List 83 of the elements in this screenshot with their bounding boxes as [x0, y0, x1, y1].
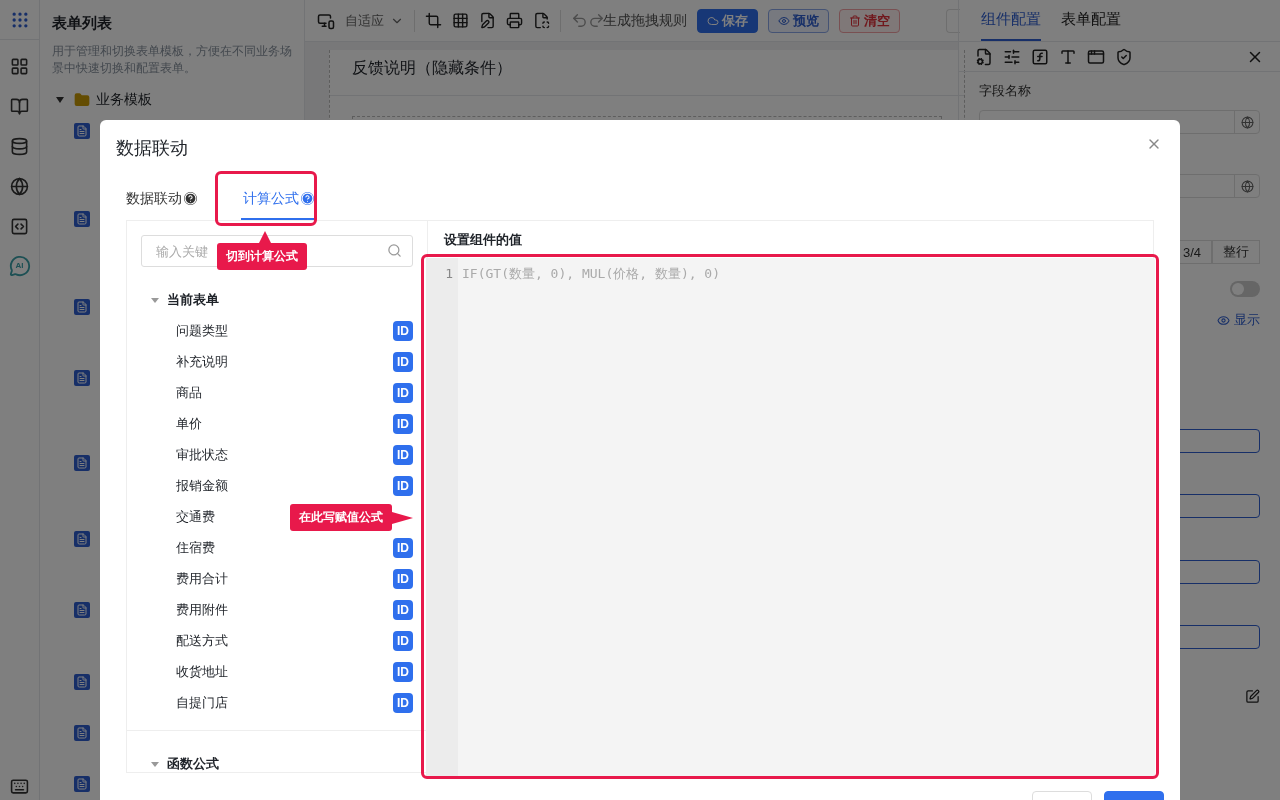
generate-rules-link[interactable]: 生成拖拽规则 — [603, 11, 687, 30]
id-badge[interactable]: ID — [393, 320, 413, 341]
id-badge[interactable]: ID — [393, 661, 413, 682]
toolbar-button[interactable]: 预览 — [768, 8, 829, 33]
config-tab[interactable]: 组件配置 — [981, 0, 1041, 41]
id-badge[interactable]: ID — [393, 692, 413, 713]
code-editor[interactable]: 1 IF(GT(数量, 0), MUL(价格, 数量), 0) — [426, 258, 1155, 779]
dialog-title: 数据联动 — [116, 137, 189, 160]
text-style-icon[interactable] — [1059, 47, 1077, 66]
form-doc-icon[interactable] — [74, 455, 90, 471]
editor-label: 设置组件的值 — [443, 231, 523, 249]
layout-select[interactable]: 自适应 — [345, 11, 404, 30]
printer-icon[interactable] — [506, 12, 523, 29]
eye-icon — [778, 14, 790, 27]
section-title: 反馈说明（隐藏条件） — [330, 50, 964, 96]
id-badge[interactable]: ID — [393, 475, 413, 496]
field-item[interactable]: 自提门店 — [176, 693, 228, 712]
edit-file-icon[interactable] — [479, 12, 496, 29]
id-badge[interactable]: ID — [393, 599, 413, 620]
form-doc-icon[interactable] — [74, 674, 90, 690]
field-item[interactable]: 审批状态 — [176, 445, 228, 464]
eye-icon — [1217, 313, 1230, 327]
file-scan-icon[interactable] — [533, 12, 550, 29]
id-badge[interactable]: ID — [393, 444, 413, 465]
id-badge[interactable]: ID — [393, 568, 413, 589]
group-header[interactable]: 当前表单 — [141, 285, 413, 315]
grid-icon[interactable] — [452, 12, 469, 29]
help-icon[interactable] — [184, 192, 197, 205]
ai-chat-button[interactable]: AI — [8, 255, 31, 277]
field-label: 字段名称 — [979, 82, 1032, 100]
field-item[interactable]: 费用附件 — [176, 600, 228, 619]
form-doc-icon[interactable] — [74, 776, 90, 792]
field-item[interactable]: 问题类型 — [176, 321, 228, 340]
field-item[interactable]: 费用合计 — [176, 569, 228, 588]
field-item[interactable]: 单价 — [176, 414, 202, 433]
globe-icon[interactable] — [1240, 115, 1254, 129]
folder-icon — [74, 92, 90, 108]
folder-label[interactable]: 业务模板 — [96, 91, 152, 109]
visibility-toggle[interactable]: 显示 — [1217, 311, 1260, 329]
id-badge[interactable]: ID — [393, 351, 413, 372]
field-item[interactable]: 报销金额 — [176, 476, 228, 495]
toggle-switch[interactable] — [1230, 281, 1260, 297]
expand-caret-icon[interactable] — [56, 97, 64, 103]
function-icon[interactable] — [1031, 47, 1049, 66]
field-item[interactable]: 住宿费 — [176, 538, 215, 557]
field-item[interactable]: 配送方式 — [176, 631, 228, 650]
cloud-icon — [707, 14, 719, 27]
shield-icon[interactable] — [1115, 47, 1133, 66]
id-badge[interactable]: ID — [393, 630, 413, 651]
sliders-icon[interactable] — [1003, 47, 1021, 66]
edit-icon[interactable] — [1245, 689, 1260, 704]
form-doc-icon[interactable] — [74, 370, 90, 386]
form-doc-icon[interactable] — [74, 211, 90, 227]
device-icon[interactable] — [317, 11, 335, 30]
trash-icon — [849, 14, 861, 27]
width-option[interactable]: 整行 — [1212, 240, 1260, 264]
field-item[interactable]: 收货地址 — [176, 662, 228, 681]
id-badge[interactable]: ID — [393, 382, 413, 403]
form-doc-icon[interactable] — [74, 123, 90, 139]
file-settings-icon[interactable] — [975, 47, 993, 66]
form-doc-icon[interactable] — [74, 725, 90, 741]
form-doc-icon[interactable] — [74, 531, 90, 547]
crop-icon[interactable] — [425, 12, 442, 29]
config-tab[interactable]: 表单配置 — [1061, 0, 1121, 41]
code-line: IF(GT(数量, 0), MUL(价格, 数量), 0) — [462, 265, 720, 283]
dialog-tab[interactable]: 计算公式 — [241, 186, 316, 220]
group-header[interactable]: 函数公式 — [141, 749, 413, 779]
line-number: 1 — [445, 265, 453, 283]
dialog-tab[interactable]: 数据联动 — [126, 186, 197, 220]
search-icon[interactable] — [387, 243, 402, 258]
field-item[interactable]: 补充说明 — [176, 352, 228, 371]
form-doc-icon[interactable] — [74, 602, 90, 618]
id-badge[interactable]: ID — [393, 413, 413, 434]
globe-icon[interactable] — [1240, 179, 1254, 193]
toolbar-button[interactable]: 保存 — [697, 8, 758, 33]
panel-title: 表单列表 — [52, 14, 113, 33]
window-icon[interactable] — [1087, 47, 1105, 66]
callout-label: 切到计算公式 — [217, 231, 307, 270]
id-badge[interactable]: ID — [393, 537, 413, 558]
toolbar-button[interactable]: 清空 — [839, 8, 900, 33]
field-item[interactable]: 商品 — [176, 383, 202, 402]
form-doc-icon[interactable] — [74, 299, 90, 315]
field-item[interactable]: 交通费 — [176, 507, 215, 526]
